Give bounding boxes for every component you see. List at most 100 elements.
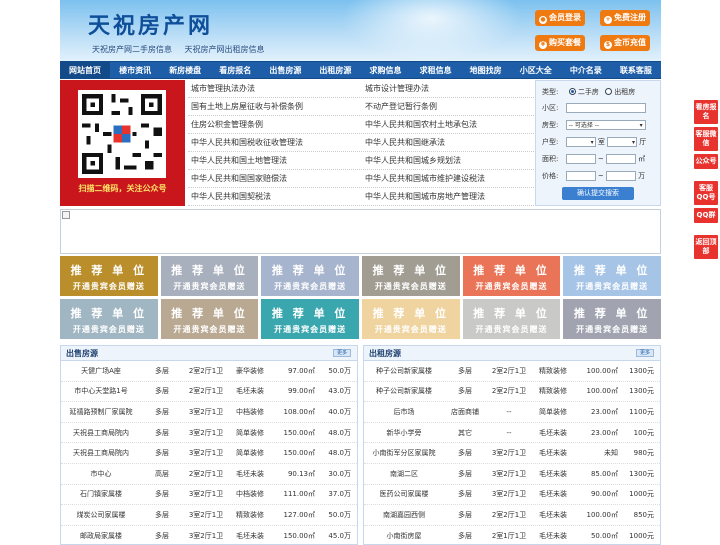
nav-map-search[interactable]: 地图找房	[461, 62, 511, 78]
side-qq-group[interactable]: QQ群	[694, 208, 718, 223]
listing-cell[interactable]: 小南街军分区家属院	[364, 448, 444, 458]
side-back-to-top[interactable]: 返回顶部	[694, 235, 718, 259]
nav-want-to-buy[interactable]: 求购信息	[360, 62, 410, 78]
law-link[interactable]: 中华人民共和国农村土地承包法	[362, 116, 536, 133]
site-logo[interactable]: 天祝房产网	[88, 8, 213, 40]
recommended-unit-tile[interactable]: 推 荐 单 位开通贵宾会员赠送	[563, 256, 661, 296]
listing-cell[interactable]: 小南街房屋	[364, 531, 444, 541]
listing-cell[interactable]: 煤炭公司家属楼	[61, 510, 141, 520]
listing-cell[interactable]: 天祝县工商局院内	[61, 448, 141, 458]
search-submit-button[interactable]: 确认提交搜索	[562, 187, 634, 200]
listing-row[interactable]: 天祝县工商局院内 多层 3室2厅1卫 简单装修 150.00㎡ 48.0万	[61, 443, 357, 464]
nav-home[interactable]: 网站首页	[60, 62, 111, 78]
listing-cell[interactable]: 后市场	[364, 407, 444, 417]
listing-row[interactable]: 市中心 高层 2室2厅1卫 毛坯未装 90.13㎡ 30.0万	[61, 464, 357, 485]
listing-cell[interactable]: 市中心天堂路1号	[61, 386, 141, 396]
nav-viewing-signup[interactable]: 看房报名	[210, 62, 260, 78]
law-link[interactable]: 中华人民共和国城乡规划法	[362, 152, 536, 169]
listing-row[interactable]: 种子公司新家属楼 多层 2室2厅1卫 精致装修 100.00㎡ 1300元	[364, 382, 660, 403]
recommended-unit-tile[interactable]: 推 荐 单 位开通贵宾会员赠送	[563, 299, 661, 339]
law-link[interactable]: 国有土地上房屋征收与补偿条例	[188, 98, 362, 115]
recommended-unit-tile[interactable]: 推 荐 单 位开通贵宾会员赠送	[361, 256, 460, 296]
listing-row[interactable]: 天健广场A座 多层 2室2厅1卫 豪华装修 97.00㎡ 50.0万	[61, 361, 357, 382]
law-link[interactable]: 住房公积金管理条例	[188, 116, 362, 133]
listing-cell[interactable]: 延禧路预制厂家属院	[61, 407, 141, 417]
recommended-unit-tile[interactable]: 推 荐 单 位开通贵宾会员赠送	[60, 256, 158, 296]
recommended-unit-tile[interactable]: 推 荐 单 位开通贵宾会员赠送	[361, 299, 460, 339]
login-button[interactable]: ● 会员登录	[535, 10, 585, 26]
recommended-unit-tile[interactable]: 推 荐 单 位开通贵宾会员赠送	[160, 299, 259, 339]
listing-cell[interactable]: 天健广场A座	[61, 366, 141, 376]
tile-title: 推 荐 单 位	[573, 264, 651, 277]
listing-row[interactable]: 小南街军分区家属院 多层 3室2厅1卫 毛坯未装 未知 980元	[364, 443, 660, 464]
law-link[interactable]: 中华人民共和国城市房地产管理法	[362, 188, 536, 205]
listing-cell[interactable]: 石门镇家属楼	[61, 489, 141, 499]
listing-row[interactable]: 南湖嘉园西侧 多层 2室2厅1卫 毛坯未装 100.00㎡ 850元	[364, 505, 660, 526]
listing-row[interactable]: 小南街房屋 多层 2室1厅1卫 毛坯未装 50.00㎡ 1000元	[364, 526, 660, 544]
side-service-qq[interactable]: 客服QQ号	[694, 181, 718, 205]
listing-row[interactable]: 新华小学旁 其它 -- 毛坯未装 23.00㎡ 100元	[364, 423, 660, 444]
radio-secondhand[interactable]	[568, 88, 576, 95]
listing-row[interactable]: 南湖二区 多层 3室2厅1卫 毛坯未装 85.00㎡ 1300元	[364, 464, 660, 485]
law-link[interactable]: 中华人民共和国国家赔偿法	[188, 170, 362, 187]
area-max-input[interactable]	[605, 154, 636, 164]
register-button[interactable]: + 免费注册	[600, 10, 650, 26]
law-link[interactable]: 不动产登记暂行条例	[362, 98, 536, 115]
law-link[interactable]: 城市管理执法办法	[188, 80, 362, 97]
side-official-account[interactable]: 公众号	[694, 154, 718, 169]
listing-cell[interactable]: 南湖二区	[364, 469, 444, 479]
listing-cell[interactable]: 种子公司新家属楼	[364, 386, 444, 396]
nav-for-rent[interactable]: 出租房源	[310, 62, 360, 78]
law-link[interactable]: 城市设计管理办法	[362, 80, 536, 97]
listing-cell[interactable]: 南湖嘉园西侧	[364, 510, 444, 520]
law-link[interactable]: 中华人民共和国税收征收管理法	[188, 134, 362, 151]
law-link[interactable]: 中华人民共和国城市维护建设税法	[362, 170, 536, 187]
buy-package-button[interactable]: ¥ 购买套餐	[535, 35, 585, 51]
price-max-input[interactable]	[605, 171, 636, 181]
nav-communities[interactable]: 小区大全	[511, 62, 561, 78]
recommended-unit-tile[interactable]: 推 荐 单 位开通贵宾会员赠送	[261, 299, 359, 339]
shi-select[interactable]: ▾	[565, 137, 596, 147]
law-link[interactable]: 中华人民共和国土地管理法	[188, 152, 362, 169]
recommended-unit-tile[interactable]: 推 荐 单 位开通贵宾会员赠送	[160, 256, 259, 296]
area-min-input[interactable]	[565, 154, 596, 164]
listing-cell[interactable]: 新华小学旁	[364, 428, 444, 438]
nav-want-to-rent[interactable]: 求租信息	[411, 62, 461, 78]
recommended-unit-tile[interactable]: 推 荐 单 位开通贵宾会员赠送	[462, 299, 561, 339]
listing-cell[interactable]: 市中心	[61, 469, 141, 479]
ting-select[interactable]: ▾	[607, 137, 638, 147]
listing-row[interactable]: 石门镇家属楼 多层 3室2厅1卫 中档装修 111.00㎡ 37.0万	[61, 485, 357, 506]
law-link[interactable]: 中华人民共和国契税法	[188, 188, 362, 205]
listing-row[interactable]: 种子公司新家属楼 多层 2室2厅1卫 精致装修 100.00㎡ 1300元	[364, 361, 660, 382]
price-min-input[interactable]	[565, 171, 596, 181]
nav-contact[interactable]: 联系客服	[611, 62, 661, 78]
listing-cell[interactable]: 邮政局家属楼	[61, 531, 141, 541]
nav-new-homes[interactable]: 新房楼盘	[160, 62, 210, 78]
listing-row[interactable]: 煤炭公司家属楼 多层 3室2厅1卫 精致装修 127.00㎡ 50.0万	[61, 505, 357, 526]
side-viewing-signup[interactable]: 看房报名	[694, 100, 718, 124]
rent-more-link[interactable]: 更多	[636, 349, 654, 357]
rooms-select[interactable]: -- 可选择 -- ▾	[565, 120, 646, 130]
radio-rental[interactable]	[605, 88, 613, 95]
nav-news[interactable]: 楼市资讯	[110, 62, 160, 78]
listing-row[interactable]: 邮政局家属楼 多层 3室2厅1卫 毛坯未装 150.00㎡ 45.0万	[61, 526, 357, 544]
listing-row[interactable]: 医药公司家属楼 多层 3室2厅1卫 毛坯未装 90.00㎡ 1000元	[364, 485, 660, 506]
recommended-unit-tile[interactable]: 推 荐 单 位开通贵宾会员赠送	[261, 256, 359, 296]
listing-row[interactable]: 后市场 店面商铺 -- 简单装修 23.00㎡ 1100元	[364, 402, 660, 423]
listing-row[interactable]: 天祝县工商局院内 多层 3室2厅1卫 简单装修 150.00㎡ 48.0万	[61, 423, 357, 444]
nav-for-sale[interactable]: 出售房源	[260, 62, 310, 78]
district-input[interactable]	[565, 103, 646, 113]
sale-more-link[interactable]: 更多	[333, 349, 351, 357]
nav-agents[interactable]: 中介名录	[561, 62, 611, 78]
law-link[interactable]: 中华人民共和国继承法	[362, 134, 536, 151]
recommended-unit-tile[interactable]: 推 荐 单 位开通贵宾会员赠送	[462, 256, 561, 296]
listing-row[interactable]: 延禧路预制厂家属院 多层 3室2厅1卫 中档装修 108.00㎡ 40.0万	[61, 402, 357, 423]
recharge-button[interactable]: $ 金币充值	[600, 35, 650, 51]
recommended-unit-tile[interactable]: 推 荐 单 位开通贵宾会员赠送	[60, 299, 158, 339]
side-service-wechat[interactable]: 客服微信	[694, 127, 718, 151]
listing-cell[interactable]: 种子公司新家属楼	[364, 366, 444, 376]
listing-cell[interactable]: 医药公司家属楼	[364, 489, 444, 499]
listing-row[interactable]: 市中心天堂路1号 多层 2室2厅1卫 毛坯未装 99.00㎡ 43.0万	[61, 382, 357, 403]
listing-cell[interactable]: 天祝县工商局院内	[61, 428, 141, 438]
ad-banner[interactable]	[60, 209, 661, 254]
